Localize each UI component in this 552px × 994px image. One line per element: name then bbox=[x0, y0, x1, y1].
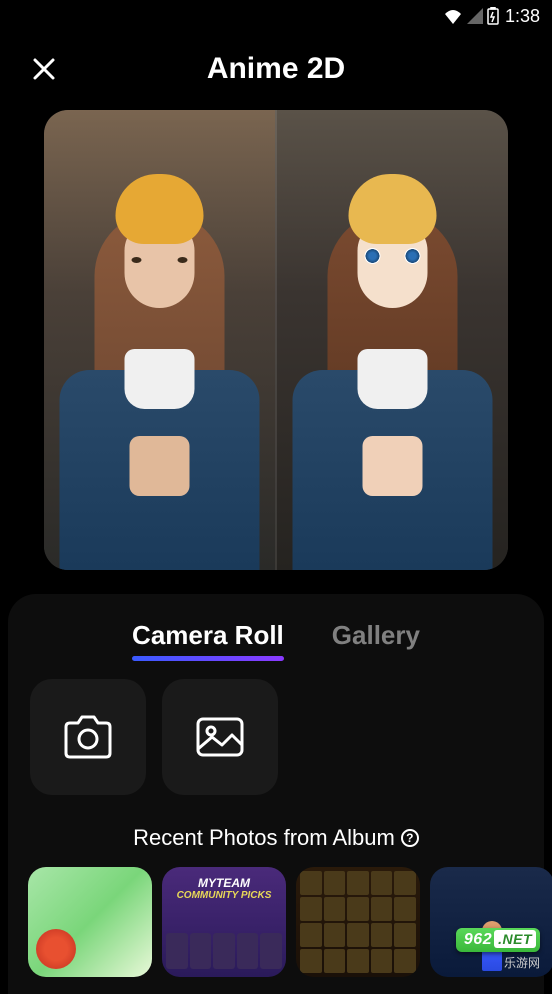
tab-camera-roll[interactable]: Camera Roll bbox=[132, 620, 284, 657]
battery-charging-icon bbox=[487, 7, 499, 25]
close-icon bbox=[31, 56, 57, 82]
preview-original bbox=[44, 110, 275, 570]
close-button[interactable] bbox=[28, 53, 60, 85]
take-photo-button[interactable] bbox=[30, 679, 146, 795]
status-bar: 1:38 bbox=[0, 0, 552, 32]
page-title: Anime 2D bbox=[24, 52, 528, 86]
style-preview bbox=[44, 110, 508, 570]
header: Anime 2D bbox=[0, 32, 552, 110]
recent-thumbnails: MYTEAM COMMUNITY PICKS 25 26 bbox=[24, 867, 528, 977]
camera-icon bbox=[62, 715, 114, 759]
watermark-sub: 乐游网 bbox=[456, 954, 540, 971]
image-icon bbox=[194, 715, 246, 759]
watermark-badge: 962.NET bbox=[456, 928, 540, 952]
recent-thumb[interactable]: MYTEAM COMMUNITY PICKS bbox=[162, 867, 286, 977]
source-tabs: Camera Roll Gallery bbox=[24, 620, 528, 657]
preview-anime bbox=[275, 110, 508, 570]
pick-image-button[interactable] bbox=[162, 679, 278, 795]
watermark: 962.NET 乐游网 bbox=[456, 928, 540, 971]
status-icons bbox=[443, 7, 499, 25]
recent-thumb[interactable] bbox=[28, 867, 152, 977]
recent-label: Recent Photos from Album bbox=[133, 825, 395, 851]
action-row bbox=[24, 679, 528, 795]
status-time: 1:38 bbox=[505, 6, 540, 27]
recent-section-title: Recent Photos from Album ? bbox=[24, 825, 528, 851]
wifi-icon bbox=[443, 8, 463, 24]
help-icon[interactable]: ? bbox=[401, 829, 419, 847]
signal-icon bbox=[467, 8, 483, 24]
tab-gallery[interactable]: Gallery bbox=[332, 620, 420, 657]
recent-thumb[interactable] bbox=[296, 867, 420, 977]
